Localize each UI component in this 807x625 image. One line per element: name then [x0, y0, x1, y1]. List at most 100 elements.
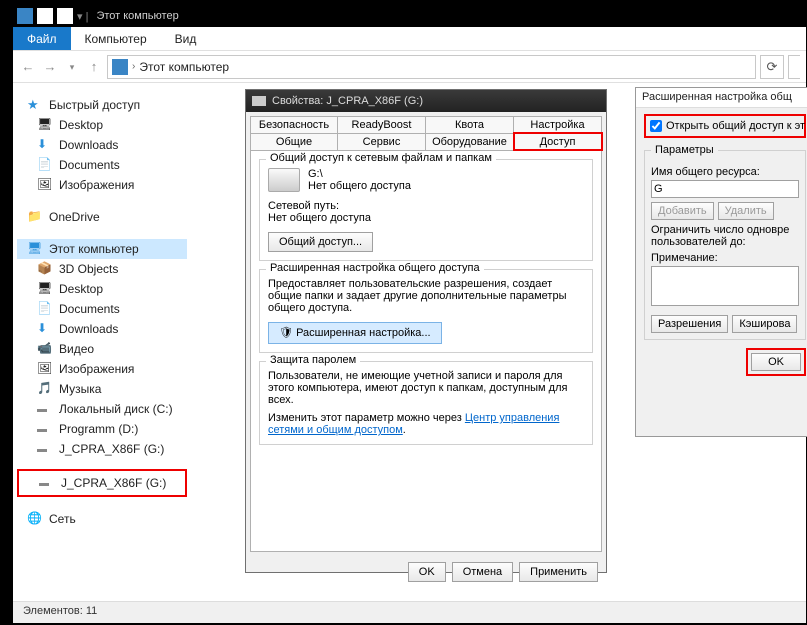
search-input[interactable]: [788, 55, 800, 79]
sidebar-video[interactable]: Видео: [17, 339, 187, 359]
btn-label: Расширенная настройка...: [296, 327, 431, 339]
sidebar-network[interactable]: Сеть: [17, 509, 187, 529]
titlebar-separator: ▾ |: [77, 10, 88, 23]
picture-icon: [37, 177, 53, 193]
sidebar-item-label: J_CPRA_X86F (G:): [61, 476, 166, 490]
pc-icon: [27, 241, 43, 257]
adv-ok-button[interactable]: OK: [751, 353, 801, 371]
sidebar-pictures[interactable]: Изображения: [17, 175, 187, 195]
tab-service[interactable]: Сервис: [338, 133, 426, 150]
adv-title: Расширенная настройка общ: [636, 88, 807, 108]
sidebar-drive-c[interactable]: Локальный диск (C:): [17, 399, 187, 419]
group-label: Расширенная настройка общего доступа: [266, 262, 484, 274]
tab-hardware[interactable]: Оборудование: [426, 133, 514, 150]
sidebar-item-label: Downloads: [59, 138, 118, 152]
sidebar-item-label: Изображения: [59, 178, 134, 192]
sidebar-music[interactable]: Музыка: [17, 379, 187, 399]
params-legend: Параметры: [651, 144, 718, 156]
tab-view[interactable]: Вид: [161, 27, 211, 50]
tab-quota[interactable]: Квота: [426, 116, 514, 133]
sidebar-pictures-2[interactable]: Изображения: [17, 359, 187, 379]
sidebar-desktop[interactable]: Desktop: [17, 115, 187, 135]
permissions-button[interactable]: Разрешения: [651, 315, 728, 333]
tab-file[interactable]: Файл: [13, 27, 71, 50]
explorer-icon: [17, 8, 33, 24]
document-icon: [37, 157, 53, 173]
refresh-button[interactable]: ⟳: [760, 55, 784, 79]
apply-button[interactable]: Применить: [519, 562, 598, 582]
sidebar-item-label: Сеть: [49, 512, 76, 526]
sidebar-downloads-2[interactable]: Downloads: [17, 319, 187, 339]
note-label: Примечание:: [651, 252, 799, 264]
share-button[interactable]: Общий доступ...: [268, 232, 373, 252]
group-advanced-sharing: Расширенная настройка общего доступа Пре…: [259, 269, 593, 353]
status-bar: Элементов: 11: [13, 601, 806, 623]
cancel-button[interactable]: Отмена: [452, 562, 513, 582]
sidebar-item-label: Музыка: [59, 382, 101, 396]
sidebar-drive-g-selected[interactable]: J_CPRA_X86F (G:): [19, 473, 185, 493]
sidebar-3d-objects[interactable]: 3D Objects: [17, 259, 187, 279]
drive-icon: [37, 441, 53, 457]
group-network-sharing: Общий доступ к сетевым файлам и папкам G…: [259, 159, 593, 261]
share-status: Нет общего доступа: [308, 180, 411, 192]
tab-sharing[interactable]: Доступ: [514, 133, 602, 150]
desktop-icon: [37, 117, 53, 133]
sidebar-item-label: Desktop: [59, 282, 103, 296]
star-icon: [27, 97, 43, 113]
drive-path: G:\: [308, 168, 411, 180]
address-bar-row: ← → ▾ ↑ › Этот компьютер ⟳: [13, 51, 806, 83]
sidebar-drive-d[interactable]: Programm (D:): [17, 419, 187, 439]
netpath-value: Нет общего доступа: [268, 212, 584, 224]
sidebar-desktop-2[interactable]: Desktop: [17, 279, 187, 299]
sidebar-documents[interactable]: Documents: [17, 155, 187, 175]
folder-icon: [27, 209, 43, 225]
address-bar[interactable]: › Этот компьютер: [107, 55, 756, 79]
share-checkbox-row[interactable]: Открыть общий доступ к эт: [650, 120, 800, 132]
sidebar-onedrive[interactable]: OneDrive: [17, 207, 187, 227]
breadcrumb[interactable]: Этот компьютер: [139, 60, 229, 74]
caching-button[interactable]: Кэширова: [732, 315, 797, 333]
sidebar-this-pc[interactable]: Этот компьютер: [17, 239, 187, 259]
qat-icon-1[interactable]: [37, 8, 53, 24]
nav-up[interactable]: ↑: [85, 58, 103, 76]
window-title: Этот компьютер: [96, 10, 178, 22]
note-textarea[interactable]: [651, 266, 799, 306]
sidebar-item-label: Этот компьютер: [49, 242, 139, 256]
netpath-label: Сетевой путь:: [268, 200, 584, 212]
group-label: Защита паролем: [266, 354, 360, 366]
sidebar-item-label: Documents: [59, 158, 120, 172]
navigation-pane: Быстрый доступ Desktop Downloads Documen…: [17, 91, 187, 529]
tab-readyboost[interactable]: ReadyBoost: [338, 116, 426, 133]
advanced-sharing-dialog: Расширенная настройка общ Открыть общий …: [635, 87, 807, 437]
sidebar-drive-g[interactable]: J_CPRA_X86F (G:): [17, 439, 187, 459]
advanced-sharing-button[interactable]: Расширенная настройка...: [268, 322, 442, 344]
nav-history[interactable]: ▾: [63, 58, 81, 76]
sidebar-quick-access[interactable]: Быстрый доступ: [17, 95, 187, 115]
qat-icon-2[interactable]: [57, 8, 73, 24]
sidebar-documents-2[interactable]: Documents: [17, 299, 187, 319]
nav-forward[interactable]: →: [41, 58, 59, 76]
add-button[interactable]: Добавить: [651, 202, 714, 220]
picture-icon: [37, 361, 53, 377]
document-icon: [37, 301, 53, 317]
nav-back[interactable]: ←: [19, 58, 37, 76]
sidebar-item-label: Локальный диск (C:): [59, 402, 173, 416]
tab-computer[interactable]: Компьютер: [71, 27, 161, 50]
object-icon: [37, 261, 53, 277]
sharename-input[interactable]: [651, 180, 799, 198]
remove-button[interactable]: Удалить: [718, 202, 774, 220]
download-icon: [37, 137, 53, 153]
sidebar-item-label: Documents: [59, 302, 120, 316]
share-folder-checkbox[interactable]: [650, 120, 662, 132]
tab-general[interactable]: Общие: [250, 133, 338, 150]
sidebar-item-label: J_CPRA_X86F (G:): [59, 442, 164, 456]
tab-setup[interactable]: Настройка: [514, 116, 602, 133]
ok-button[interactable]: OK: [408, 562, 446, 582]
sidebar-downloads[interactable]: Downloads: [17, 135, 187, 155]
dialog-titlebar[interactable]: Свойства: J_CPRA_X86F (G:): [246, 90, 606, 112]
sidebar-item-label: Programm (D:): [59, 422, 138, 436]
network-icon: [27, 511, 43, 527]
tabs-row: Безопасность ReadyBoost Квота Настройка …: [250, 116, 602, 150]
tab-security[interactable]: Безопасность: [250, 116, 338, 133]
drive-icon: [39, 475, 55, 491]
